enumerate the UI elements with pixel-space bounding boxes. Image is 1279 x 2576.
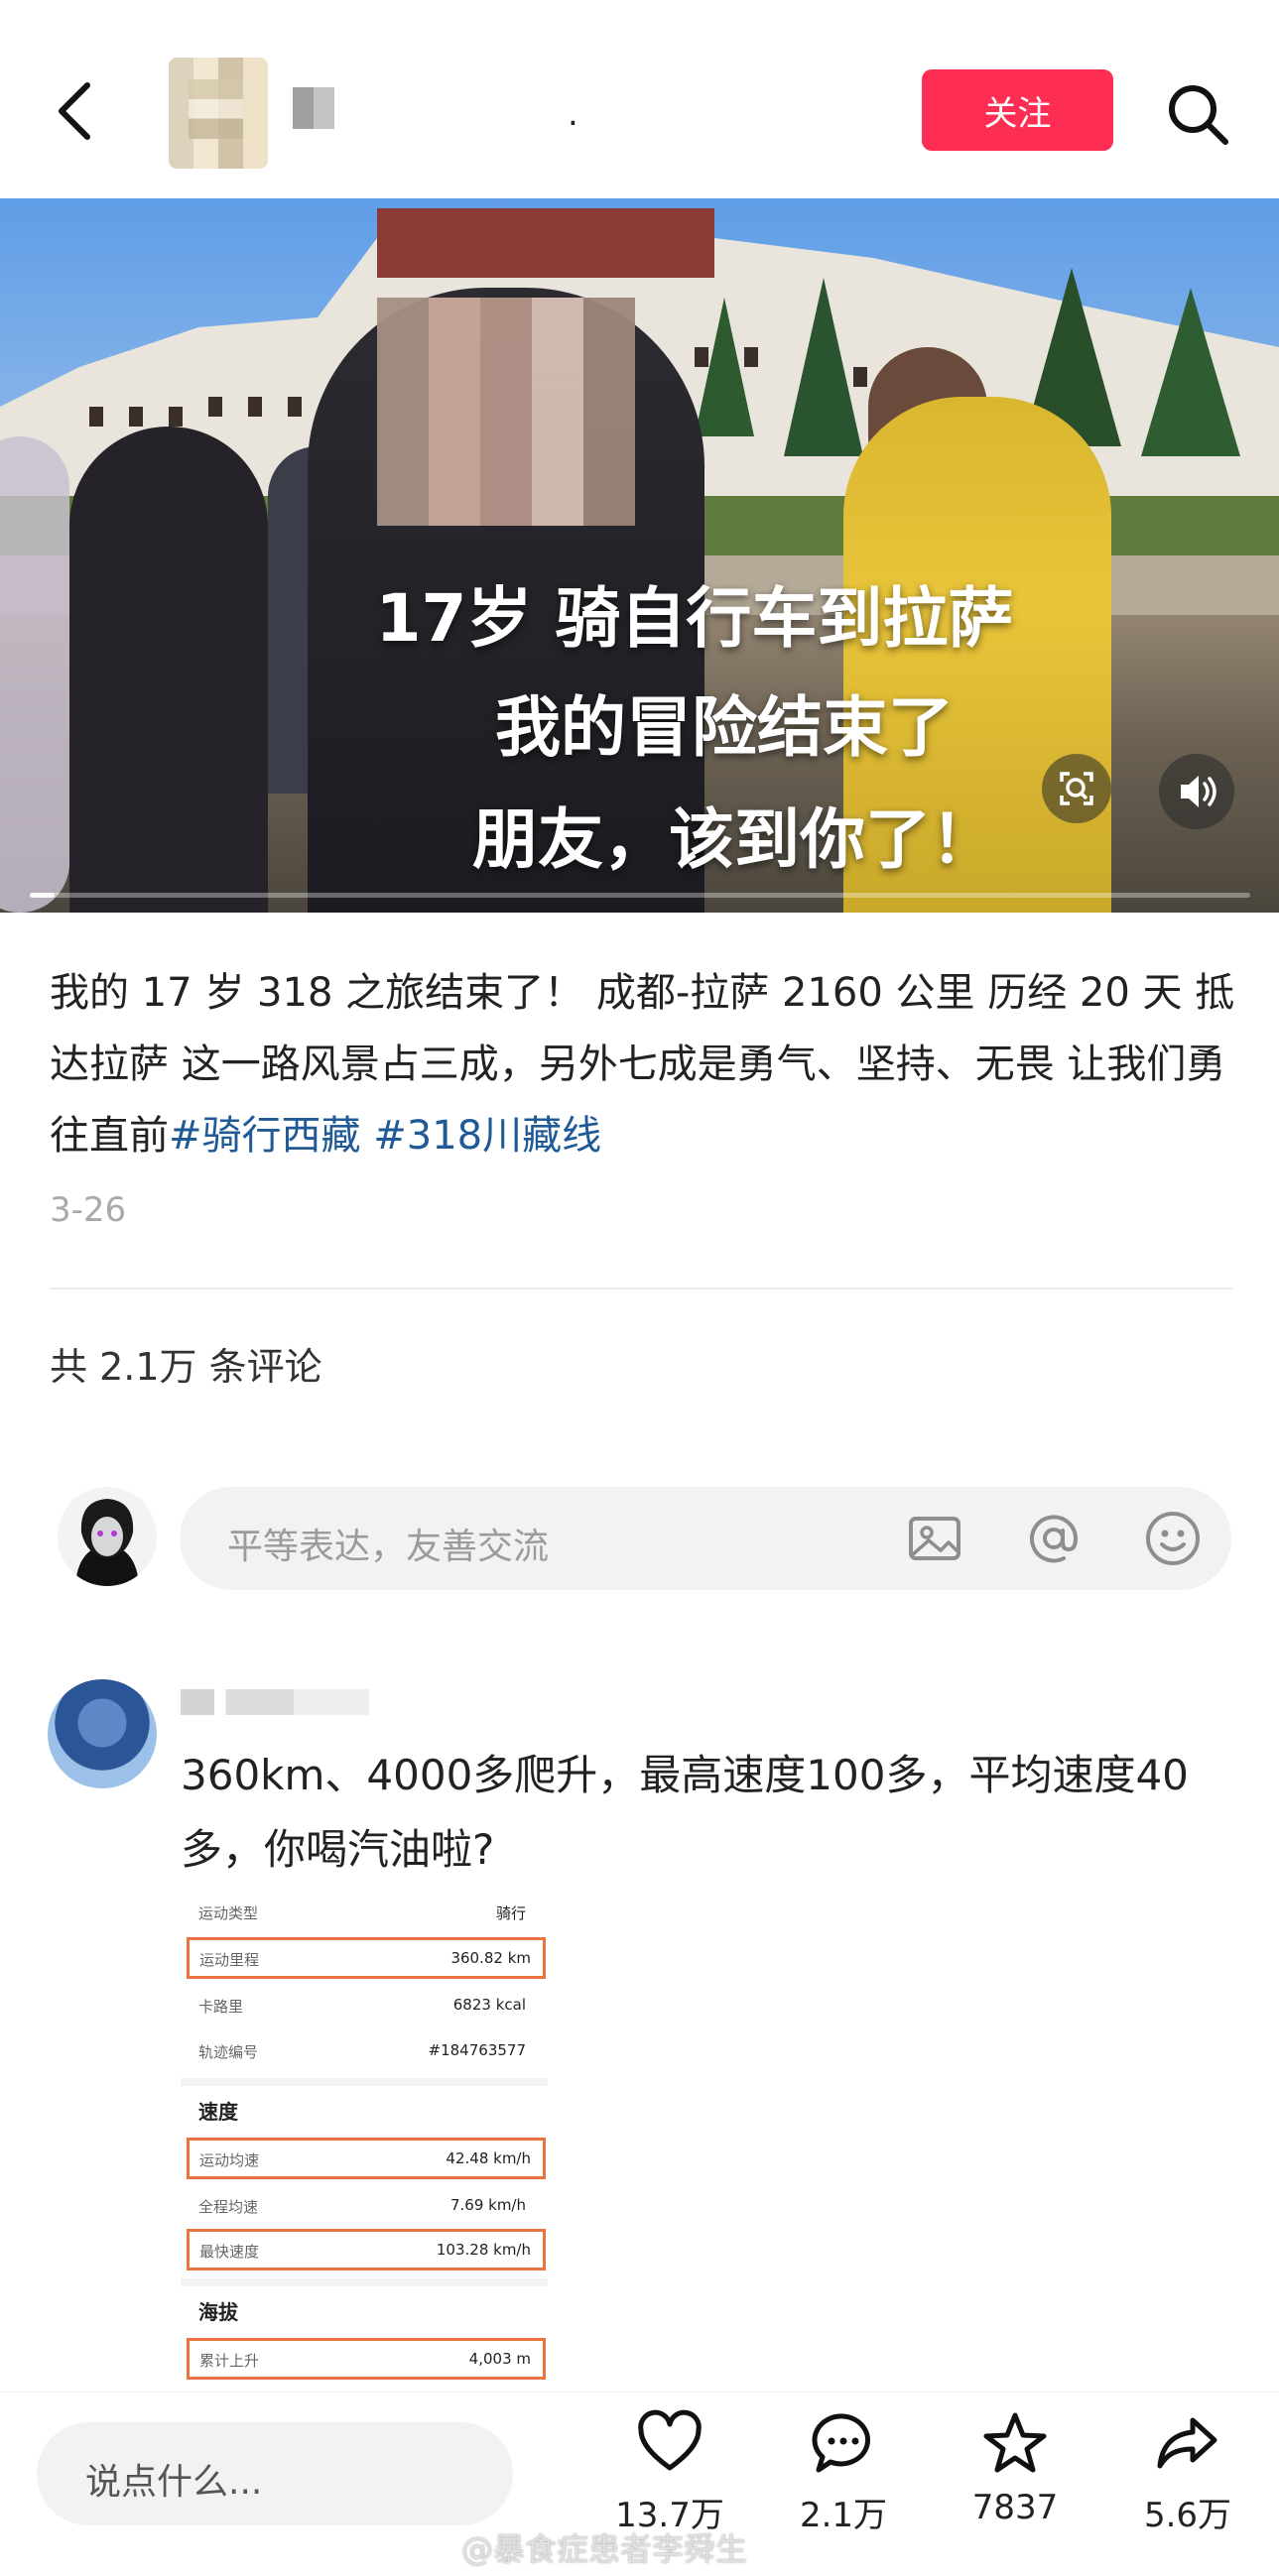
author-name-blurred[interactable] [293, 87, 334, 129]
at-icon[interactable] [1024, 1509, 1084, 1568]
stat-label: 轨迹编号 [198, 2043, 259, 2061]
commenter-name-blurred[interactable] [181, 1689, 369, 1715]
section-gap [181, 2078, 548, 2086]
heart-icon[interactable] [635, 2408, 704, 2478]
comment-count: 2.1万 [799, 2496, 888, 2535]
stat-value: 103.28 km/h [436, 2241, 531, 2259]
section-heading: 海拔 [198, 2300, 238, 2324]
stat-label: 全程均速 [198, 2198, 259, 2216]
stat-row: 轨迹编号 #184763577 [181, 2028, 548, 2072]
stat-value: 6823 kcal [452, 1996, 526, 2014]
hashtag-link[interactable]: #骑行西藏 [169, 1113, 361, 1159]
star-icon[interactable] [980, 2408, 1050, 2478]
post-description: 我的 17 岁 318 之旅结束了！ 成都-拉萨 2160 公里 历经 20 天… [50, 957, 1240, 1171]
share-count: 5.6万 [1143, 2496, 1232, 2535]
divider [50, 1288, 1232, 1289]
stat-label: 最快速度 [199, 2243, 260, 2261]
section-gap [181, 2278, 548, 2286]
say-something-placeholder: 说点什么... [85, 2462, 263, 2503]
blurred-face [377, 298, 635, 526]
stat-row-highlighted: 最快速度 103.28 km/h [187, 2229, 546, 2270]
stat-label: 卡路里 [198, 1998, 244, 2016]
section-heading: 速度 [198, 2100, 238, 2124]
post-date: 3-26 [50, 1190, 127, 1230]
my-avatar[interactable] [58, 1487, 157, 1586]
stat-value: 360.82 km [450, 1949, 531, 1967]
hashtag-link[interactable]: #318川藏线 [373, 1113, 601, 1159]
stat-value: 42.48 km/h [446, 2149, 531, 2167]
stat-row: 卡路里 6823 kcal [181, 1983, 548, 2026]
person-background [69, 427, 268, 913]
stat-value: 7.69 km/h [449, 2196, 526, 2214]
video-caption-line: 朋友，该到你了！ [472, 801, 996, 878]
comment-text: 360km、4000多爬升，最高速度100多，平均速度40多，你喝汽油啦? [181, 1751, 1189, 1874]
sound-icon[interactable] [1159, 754, 1234, 829]
video-caption-line: 17岁 骑自行车到拉萨 [375, 580, 1014, 657]
video-caption-line: 我的冒险结束了 [495, 689, 954, 766]
person-edge [0, 436, 69, 913]
stat-value: 骑行 [495, 1904, 526, 1922]
stat-value: #184763577 [428, 2041, 526, 2059]
follow-button[interactable]: 关注 [922, 69, 1113, 151]
stat-label: 运动类型 [198, 1904, 259, 1922]
stat-row: 运动类型 骑行 [181, 1890, 548, 1933]
video-progress-track[interactable] [30, 893, 1250, 898]
back-icon[interactable] [48, 71, 107, 151]
stat-label: 运动均速 [199, 2151, 260, 2169]
watermark-text: @暴食症患者李舜生 [461, 2530, 748, 2568]
favorite-count: 7837 [971, 2488, 1059, 2527]
stat-value: 4,003 m [468, 2350, 531, 2368]
commenter-avatar[interactable] [48, 1679, 157, 1788]
video-progress-fill [30, 893, 55, 898]
stat-row-highlighted: 运动里程 360.82 km [187, 1937, 546, 1979]
comment-input-placeholder: 平等表达，友善交流 [227, 1527, 550, 1567]
comment-image[interactable]: 运动类型 骑行 运动里程 360.82 km 卡路里 6823 kcal 轨迹编… [181, 1890, 548, 2395]
comment-count-label: 共 2.1万 条评论 [50, 1345, 322, 1389]
stat-row-highlighted: 累计上升 4,003 m [187, 2338, 546, 2380]
emoji-icon[interactable] [1143, 1509, 1203, 1568]
stat-row-highlighted: 运动均速 42.48 km/h [187, 2138, 546, 2179]
zoom-icon[interactable] [1042, 754, 1111, 823]
stat-label: 运动里程 [199, 1951, 260, 1969]
share-icon[interactable] [1153, 2408, 1222, 2478]
search-icon[interactable] [1163, 79, 1232, 149]
author-avatar[interactable] [169, 58, 268, 169]
stat-label: 累计上升 [199, 2352, 260, 2370]
header-dot: . [568, 94, 578, 134]
image-icon[interactable] [905, 1509, 964, 1568]
stat-row: 全程均速 7.69 km/h [181, 2183, 548, 2227]
comment-icon[interactable] [809, 2408, 878, 2478]
